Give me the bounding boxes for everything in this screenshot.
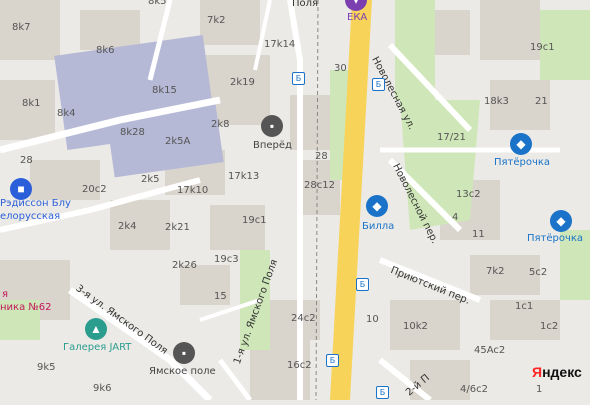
house-number: 10k2	[403, 321, 428, 332]
attribution-text: ндекс	[542, 364, 582, 380]
poi-label-radisson[interactable]: Рэдиссон Блу	[0, 198, 71, 209]
house-number: 9k5	[37, 362, 56, 373]
house-number: 28	[20, 155, 33, 166]
bus-stop-icon[interactable]: Б	[356, 278, 369, 291]
building-block	[80, 10, 140, 50]
house-number: 17/21	[437, 132, 466, 143]
house-number: 2k19	[230, 77, 255, 88]
house-number: 15	[214, 291, 227, 302]
house-number: 11	[472, 229, 485, 240]
poi-label-radisson-2[interactable]: елорусская	[0, 211, 60, 222]
house-number: 8k7	[12, 22, 31, 33]
house-number: 2k8	[211, 119, 230, 130]
house-number: 1c1	[515, 301, 534, 312]
bus-stop-icon[interactable]: Б	[376, 386, 389, 399]
office-icon[interactable]: ▪	[261, 115, 283, 137]
bus-stop-icon[interactable]: Б	[326, 354, 339, 367]
house-number: 17k13	[228, 171, 260, 182]
house-number: 2k26	[172, 260, 197, 271]
house-number: 8k4	[57, 108, 76, 119]
house-number: 16c2	[287, 360, 312, 371]
poi-label-pyaterochka-1[interactable]: Пятёрочка	[494, 157, 550, 168]
house-number: 4	[452, 212, 459, 223]
building-block	[210, 205, 265, 250]
poi-label-billa[interactable]: Билла	[362, 221, 394, 232]
house-number: 28	[315, 151, 328, 162]
shop-icon[interactable]: ◆	[550, 210, 572, 232]
building-block	[0, 80, 55, 140]
house-number: 5c2	[529, 267, 548, 278]
house-number: 13c2	[456, 189, 481, 200]
house-number: 17k14	[264, 39, 296, 50]
house-number: 2k5	[141, 174, 160, 185]
poi-label-eka[interactable]: ЕКА	[347, 12, 367, 23]
house-number: 1	[536, 384, 543, 395]
map-base	[0, 0, 590, 403]
house-number: 8k5	[148, 0, 167, 7]
house-number: 19c1	[530, 42, 555, 53]
house-number: 8k6	[96, 45, 115, 56]
house-number: 17k10	[177, 185, 209, 196]
house-number: 1c2	[540, 321, 559, 332]
house-number: 7k2	[486, 266, 505, 277]
house-number: 24c2	[291, 313, 316, 324]
house-number: 8k15	[152, 85, 177, 96]
building-block	[290, 95, 330, 150]
house-number: 19c3	[214, 254, 239, 265]
poi-label-yamskoe-pole[interactable]: Ямское поле	[149, 366, 216, 377]
house-number: 7k2	[207, 15, 226, 26]
house-number: 8k28	[120, 127, 145, 138]
house-number: 18k3	[484, 96, 509, 107]
house-number: 21	[535, 96, 548, 107]
poi-label-pink[interactable]: я	[2, 289, 8, 300]
map-canvas[interactable]: 8k7 8k5 7k2 8k6 17k14 30 19c1 8k1 8k4 8k…	[0, 0, 590, 403]
house-number: 2k21	[165, 222, 190, 233]
office-icon[interactable]: ▪	[173, 342, 195, 364]
bus-stop-icon[interactable]: Б	[292, 72, 305, 85]
house-number: 2k5A	[165, 136, 191, 147]
poi-label-vpered[interactable]: Вперёд	[253, 140, 292, 151]
shop-icon[interactable]: ◆	[510, 133, 532, 155]
house-number: 20c2	[82, 184, 107, 195]
house-number: 8k1	[22, 98, 41, 109]
house-number: 19c1	[242, 215, 267, 226]
house-number: 30	[334, 63, 347, 74]
house-number: 2k4	[118, 221, 137, 232]
street-label: Поля	[292, 0, 319, 9]
yandex-logo[interactable]: Яндекс	[532, 364, 582, 380]
hotel-icon[interactable]: ■	[10, 178, 32, 200]
house-number: 45Ac2	[474, 345, 506, 356]
shop-icon[interactable]: ◆	[366, 195, 388, 217]
house-number: 4/6c2	[460, 384, 488, 395]
poi-label-pink-2[interactable]: ника №62	[0, 302, 52, 313]
house-number: 9k6	[93, 383, 112, 394]
bus-stop-icon[interactable]: Б	[372, 78, 385, 91]
poi-label-jart[interactable]: Галерея JART	[63, 342, 131, 353]
museum-icon[interactable]: ▲	[85, 318, 107, 340]
house-number: 28c12	[304, 180, 335, 191]
house-number: 10	[366, 314, 379, 325]
poi-label-pyaterochka-2[interactable]: Пятёрочка	[527, 233, 583, 244]
